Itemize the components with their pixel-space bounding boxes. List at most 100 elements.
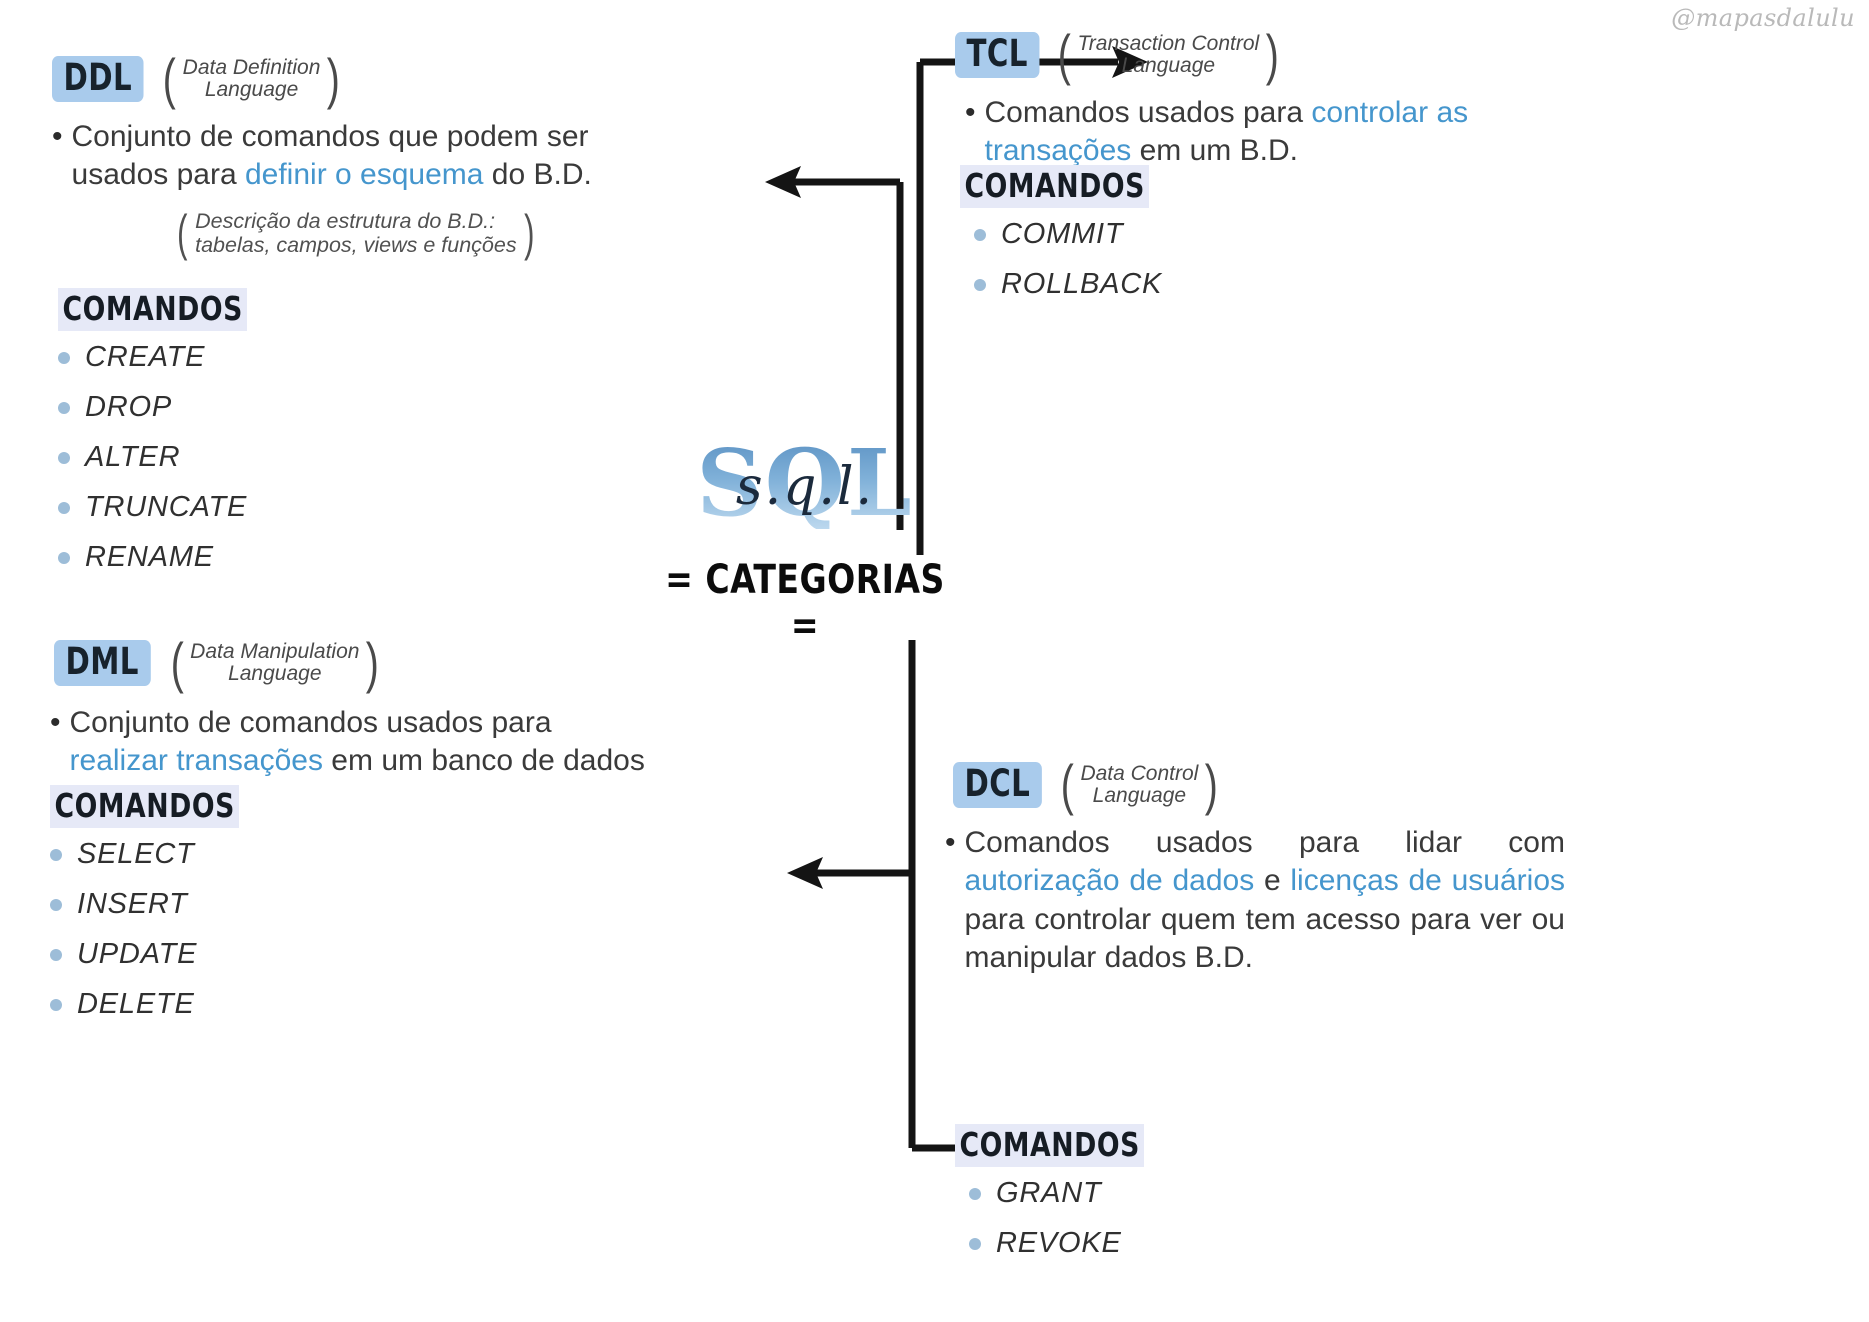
dcl-header: DCL ( Data Control Language ) — [953, 752, 1565, 816]
open-paren-icon: ( — [1057, 22, 1071, 86]
ddl-expansion: Data Definition Language — [182, 56, 321, 101]
command-label: CREATE — [85, 341, 206, 373]
tcl-commands-title: COMANDOS — [960, 165, 1150, 208]
bullet-dot-icon — [969, 1187, 981, 1200]
ddl-header: DDL ( Data Definition Language ) — [52, 46, 652, 110]
tcl-expansion: Transaction Control Language — [1077, 32, 1260, 77]
ddl-commands-group: COMANDOS CREATE DROP ALTER TRUNCATE RENA… — [58, 288, 358, 591]
ddl-abbr-badge: DDL — [52, 56, 144, 102]
command-label: DROP — [85, 391, 172, 423]
dcl-desc-part-3: e — [1254, 864, 1291, 898]
arrowhead-ddl — [765, 166, 801, 198]
command-label: INSERT — [77, 888, 188, 920]
command-label: ALTER — [85, 441, 181, 473]
sql-logo-script: s.q.l. — [735, 457, 875, 517]
dcl-expansion: Data Control Language — [1080, 762, 1199, 807]
dcl-description-row: • Comandos usados para lidar com autoriz… — [945, 824, 1565, 978]
bullet-icon: • — [52, 119, 63, 153]
sql-logo: SQL s.q.l. — [640, 437, 970, 543]
dcl-commands-title: COMANDOS — [955, 1124, 1145, 1167]
dml-commands-group: COMANDOS SELECT INSERT UPDATE DELETE — [50, 785, 350, 1038]
dml-expansion: Data Manipulation Language — [190, 640, 360, 685]
command-label: DELETE — [77, 988, 195, 1020]
bullet-dot-icon — [50, 998, 62, 1011]
open-paren-icon: ( — [1060, 752, 1074, 816]
list-item: REVOKE — [969, 1227, 1255, 1260]
command-label: RENAME — [85, 541, 214, 573]
tcl-commands-list: COMMIT ROLLBACK — [974, 218, 1260, 301]
dml-description: Conjunto de comandos usados para realiza… — [70, 704, 650, 781]
bullet-dot-icon — [974, 278, 986, 291]
dcl-commands-group: COMANDOS GRANT REVOKE — [955, 1124, 1255, 1277]
tcl-description: Comandos usados para controlar as transa… — [985, 94, 1575, 171]
command-label: TRUNCATE — [85, 491, 248, 523]
command-label: SELECT — [77, 838, 195, 870]
tcl-abbr-badge: TCL — [955, 32, 1040, 78]
ddl-description-row: • Conjunto de comandos que podem ser usa… — [52, 118, 652, 195]
bullet-dot-icon — [58, 501, 70, 514]
dml-commands-list: SELECT INSERT UPDATE DELETE — [50, 838, 350, 1021]
mindmap-canvas: @mapasdalulu DDL ( Data Definition Langu… — [0, 0, 1869, 1322]
bullet-dot-icon — [58, 551, 70, 564]
command-label: REVOKE — [996, 1227, 1122, 1259]
list-item: SELECT — [50, 838, 350, 871]
dcl-desc-highlight-1: autorização de dados — [964, 864, 1255, 898]
page-title: = CATEGORIAS = — [665, 557, 945, 649]
open-paren-icon: ( — [170, 630, 184, 694]
tcl-desc-part-3: em um B.D. — [1131, 134, 1298, 168]
close-paren-icon: ) — [1266, 22, 1280, 86]
bullet-icon: • — [945, 825, 956, 859]
dml-desc-part-3: em um banco de dados — [322, 744, 645, 778]
note-close-paren-icon: ) — [524, 205, 535, 262]
ddl-commands-list: CREATE DROP ALTER TRUNCATE RENAME — [58, 341, 358, 574]
dcl-abbr-badge: DCL — [953, 762, 1042, 808]
center-node: SQL s.q.l. = CATEGORIAS = — [640, 437, 970, 649]
tcl-commands-group: COMANDOS COMMIT ROLLBACK — [960, 165, 1260, 318]
list-item: UPDATE — [50, 938, 350, 971]
close-paren-icon: ) — [327, 46, 341, 110]
dcl-desc-part-1: Comandos usados para lidar com — [964, 825, 1565, 859]
command-label: ROLLBACK — [1001, 268, 1163, 300]
list-item: INSERT — [50, 888, 350, 921]
ddl-desc-part-3: do B.D. — [483, 158, 592, 192]
watermark: @mapasdalulu — [1671, 4, 1855, 32]
bullet-dot-icon — [50, 898, 62, 911]
close-paren-icon: ) — [1205, 752, 1219, 816]
dcl-commands-list: GRANT REVOKE — [969, 1177, 1255, 1260]
list-item: DELETE — [50, 988, 350, 1021]
arrowhead-dml — [787, 857, 823, 889]
list-item: ROLLBACK — [974, 268, 1260, 301]
bullet-icon: • — [50, 705, 61, 739]
tcl-header: TCL ( Transaction Control Language ) — [955, 22, 1575, 86]
category-dml: DML ( Data Manipulation Language ) • Con… — [50, 630, 650, 781]
ddl-description: Conjunto de comandos que podem ser usado… — [72, 118, 652, 195]
dml-abbr-badge: DML — [54, 640, 151, 686]
command-label: GRANT — [996, 1177, 1102, 1209]
category-tcl: TCL ( Transaction Control Language ) • C… — [955, 22, 1575, 171]
dcl-desc-part-5: para controlar quem tem acesso para ver … — [964, 902, 1565, 974]
list-item: ALTER — [58, 441, 358, 474]
list-item: DROP — [58, 391, 358, 424]
command-label: COMMIT — [1001, 218, 1124, 250]
tcl-description-row: • Comandos usados para controlar as tran… — [965, 94, 1575, 171]
ddl-commands-title: COMANDOS — [58, 288, 248, 331]
dml-desc-highlight: realizar transações — [69, 744, 323, 778]
bullet-dot-icon — [974, 228, 986, 241]
note-open-paren-icon: ( — [177, 205, 188, 262]
list-item: TRUNCATE — [58, 491, 358, 524]
bullet-icon: • — [965, 95, 976, 129]
command-label: UPDATE — [77, 938, 198, 970]
dcl-desc-highlight-2: licenças de usuários — [1290, 864, 1565, 898]
dcl-description: Comandos usados para lidar com autorizaç… — [965, 824, 1565, 978]
close-paren-icon: ) — [366, 630, 380, 694]
list-item: GRANT — [969, 1177, 1255, 1210]
bullet-dot-icon — [58, 351, 70, 364]
ddl-desc-highlight: definir o esquema — [244, 158, 484, 192]
ddl-note: Descrição da estrutura do B.D.: tabelas,… — [195, 208, 517, 258]
bullet-dot-icon — [58, 451, 70, 464]
bullet-dot-icon — [58, 401, 70, 414]
bullet-dot-icon — [969, 1237, 981, 1250]
list-item: RENAME — [58, 541, 358, 574]
bullet-dot-icon — [50, 848, 62, 861]
dml-description-row: • Conjunto de comandos usados para reali… — [50, 704, 650, 781]
